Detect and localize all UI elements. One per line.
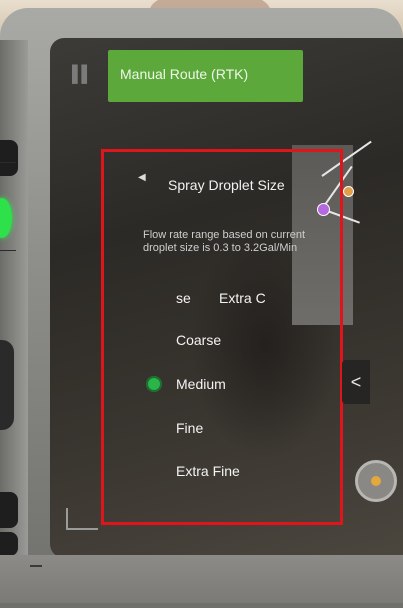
back-icon[interactable]: ◀ bbox=[138, 171, 152, 185]
option-extra-coarse[interactable]: Extra Coarse bbox=[219, 290, 265, 306]
option-coarse[interactable]: Coarse bbox=[176, 332, 221, 348]
waypoint-marker[interactable] bbox=[343, 186, 354, 197]
panel-title: Spray Droplet Size bbox=[168, 177, 285, 193]
left-side-button-3 bbox=[0, 532, 18, 556]
left-side-button-2 bbox=[0, 492, 18, 528]
option-medium[interactable]: Medium bbox=[176, 376, 226, 392]
selected-radio[interactable] bbox=[146, 376, 162, 392]
chevron-left-icon[interactable]: < bbox=[342, 360, 370, 404]
pause-icon[interactable]: ▌▌ bbox=[72, 66, 93, 84]
option-extra-fine[interactable]: Extra Fine bbox=[176, 463, 240, 479]
corner-mark bbox=[66, 508, 98, 530]
camera-dot bbox=[371, 476, 381, 486]
route-mode-label: Manual Route (RTK) bbox=[120, 66, 249, 82]
left-side-button-1 bbox=[0, 140, 18, 176]
flow-rate-info: Flow rate range based on current droplet… bbox=[143, 229, 306, 254]
option-partial[interactable]: se bbox=[176, 290, 191, 306]
route-mode-badge[interactable]: Manual Route (RTK) bbox=[108, 50, 303, 102]
edge-marker-2 bbox=[0, 250, 16, 251]
option-fine[interactable]: Fine bbox=[176, 420, 203, 436]
camera-button-icon[interactable] bbox=[355, 460, 397, 502]
left-knob bbox=[0, 340, 14, 430]
edge-marker-1 bbox=[0, 162, 16, 163]
bottom-bezel bbox=[0, 555, 403, 603]
bezel-line bbox=[30, 565, 42, 567]
